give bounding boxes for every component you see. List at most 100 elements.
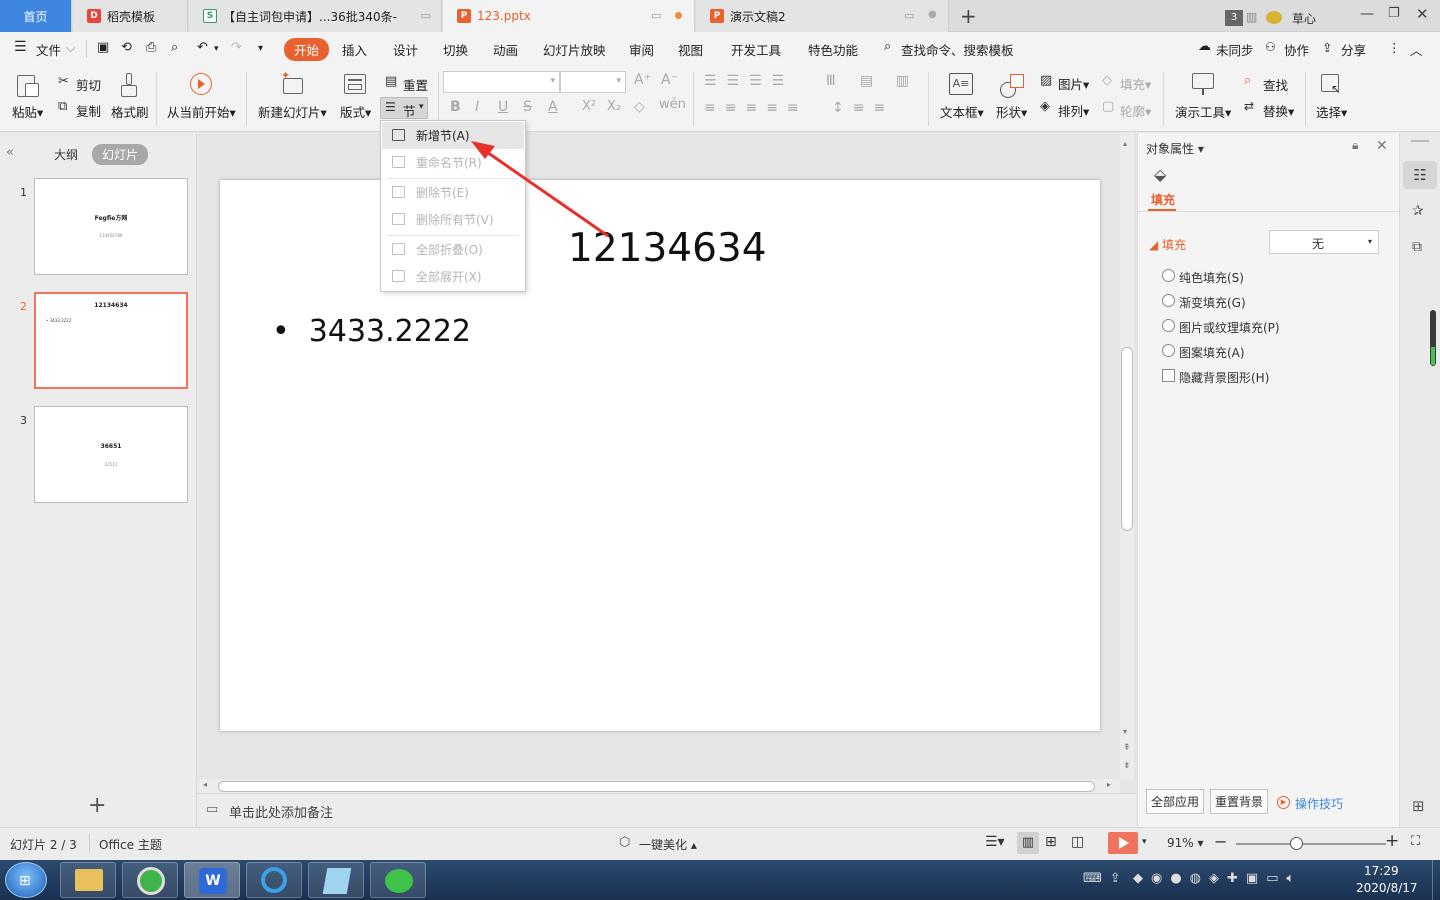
- new-tab-button[interactable]: +: [960, 4, 977, 28]
- fit-window-icon[interactable]: ⛶: [1411, 834, 1420, 849]
- restore-tabs-icon[interactable]: ▥: [1246, 10, 1257, 24]
- tray-app-icons[interactable]: ◆◉●◍◈✚▣▭🔈︎: [1133, 871, 1302, 886]
- scroll-left-icon[interactable]: ◂: [203, 780, 207, 789]
- tab-spreadsheet[interactable]: S 【自主词包申请】...36批340条- ▭: [189, 0, 442, 32]
- gradient-fill-label[interactable]: 渐变填充(G): [1179, 294, 1246, 311]
- menu-item-add-section[interactable]: 新增节(A): [382, 122, 524, 149]
- solid-fill-label[interactable]: 纯色填充(S): [1179, 269, 1244, 286]
- maximize-button[interactable]: ❐: [1388, 6, 1400, 21]
- zoom-slider-knob[interactable]: [1290, 837, 1303, 850]
- spacing-icons[interactable]: ↕≡≡: [832, 100, 894, 116]
- strikethrough-icon[interactable]: S: [523, 99, 532, 115]
- normal-view-icon[interactable]: ▥: [1017, 832, 1039, 854]
- scroll-thumb[interactable]: [218, 781, 1095, 792]
- zoom-out-button[interactable]: −: [1214, 832, 1227, 851]
- zoom-select[interactable]: 91% ▾: [1167, 836, 1204, 850]
- close-panel-icon[interactable]: ✕: [1376, 138, 1388, 154]
- picture-button[interactable]: 图片▾: [1058, 74, 1089, 93]
- radio-solid-fill[interactable]: [1162, 269, 1175, 282]
- menu-item-collapse-all[interactable]: 全部折叠(O): [382, 236, 524, 263]
- export-icon[interactable]: ⟲: [121, 40, 132, 55]
- lock-icon[interactable]: 🔒︎: [1352, 138, 1358, 153]
- paste-button[interactable]: 粘贴▾: [12, 102, 43, 121]
- save-icon[interactable]: ▣: [97, 40, 109, 55]
- clear-format-icon[interactable]: ◇: [634, 99, 645, 115]
- select-button[interactable]: 选择▾: [1316, 102, 1347, 121]
- collapse-ribbon-icon[interactable]: ︿: [1410, 40, 1423, 59]
- new-slide-button[interactable]: 新建幻灯片▾: [258, 102, 327, 121]
- radio-pattern-fill[interactable]: [1162, 344, 1175, 357]
- menu-slideshow[interactable]: 幻灯片放映: [543, 40, 606, 59]
- minimize-button[interactable]: —: [1360, 6, 1374, 22]
- menu-animations[interactable]: 动画: [493, 40, 518, 59]
- layers-icon[interactable]: ⧉: [1412, 239, 1422, 255]
- notes-toggle-icon[interactable]: ☰▾: [985, 834, 1005, 850]
- scroll-right-icon[interactable]: ▸: [1107, 780, 1111, 789]
- taskbar-wps[interactable]: W: [184, 862, 240, 898]
- clock-date[interactable]: 2020/8/17: [1356, 881, 1418, 895]
- tab-docer[interactable]: D 稻壳模板: [73, 0, 188, 32]
- hide-background-label[interactable]: 隐藏背景图形(H): [1179, 369, 1269, 386]
- bold-icon[interactable]: B: [450, 99, 461, 115]
- copy-button[interactable]: 复制: [76, 101, 101, 120]
- hamburger-icon[interactable]: ☰: [14, 39, 27, 55]
- collapse-panel-icon[interactable]: «: [6, 145, 14, 160]
- apply-all-button[interactable]: 全部应用: [1146, 789, 1205, 814]
- radio-gradient-fill[interactable]: [1162, 294, 1175, 307]
- menu-special[interactable]: 特色功能: [808, 40, 858, 59]
- menu-view[interactable]: 视图: [678, 40, 703, 59]
- close-window-button[interactable]: ✕: [1416, 5, 1429, 23]
- slide-bullet[interactable]: • 3433.2222: [272, 314, 471, 349]
- add-slide-button[interactable]: +: [88, 793, 106, 818]
- slide-title[interactable]: 12134634: [568, 226, 767, 271]
- animation-icon[interactable]: ✰: [1412, 203, 1424, 219]
- zoom-in-button[interactable]: +: [1385, 831, 1399, 851]
- window-count-badge[interactable]: 3: [1225, 10, 1243, 26]
- tray-icons[interactable]: ⌨⇪: [1083, 871, 1129, 886]
- menu-item-delete-all-sections[interactable]: 删除所有节(V): [382, 206, 524, 233]
- columns-icon[interactable]: ▥: [896, 73, 909, 89]
- font-size-select[interactable]: ▾: [560, 71, 626, 93]
- slide-thumbnail-1[interactable]: Fegfie方网 123456789: [34, 178, 188, 275]
- subscript-icon[interactable]: X₂: [607, 99, 621, 114]
- user-name[interactable]: 草心: [1292, 10, 1316, 27]
- reading-view-icon[interactable]: ◫: [1071, 834, 1084, 850]
- tips-link[interactable]: 操作技巧: [1295, 795, 1343, 812]
- taskbar-wechat[interactable]: [370, 862, 426, 898]
- start-button[interactable]: ⊞: [5, 862, 47, 898]
- menu-home[interactable]: 开始: [284, 38, 330, 61]
- format-painter-button[interactable]: 格式刷: [111, 102, 149, 121]
- tab-slides[interactable]: 幻灯片: [92, 144, 149, 165]
- radio-picture-fill[interactable]: [1162, 319, 1175, 332]
- paste-icon[interactable]: [15, 73, 41, 99]
- underline-icon[interactable]: U: [498, 99, 508, 115]
- print-icon[interactable]: ⎙: [146, 40, 156, 55]
- play-slideshow-button[interactable]: [1108, 832, 1138, 854]
- slide-thumbnail-3[interactable]: 36651 22511: [34, 406, 188, 503]
- taskbar-explorer[interactable]: [60, 862, 116, 898]
- play-options-icon[interactable]: ▾: [1142, 837, 1147, 847]
- menu-review[interactable]: 审阅: [629, 40, 654, 59]
- font-color-icon[interactable]: A: [548, 99, 558, 115]
- zoom-slider[interactable]: [1236, 837, 1386, 850]
- undo-dropdown-icon[interactable]: ▾: [214, 44, 219, 54]
- fill-button[interactable]: 填充▾: [1120, 74, 1151, 93]
- sync-status[interactable]: 未同步: [1216, 40, 1254, 59]
- show-desktop-button[interactable]: [1432, 860, 1440, 900]
- menu-developer[interactable]: 开发工具: [731, 40, 781, 59]
- replace-button[interactable]: 替换▾: [1263, 101, 1294, 120]
- textbox-button[interactable]: 文本框▾: [940, 102, 984, 121]
- italic-icon[interactable]: I: [475, 99, 479, 115]
- menu-design[interactable]: 设计: [393, 40, 418, 59]
- customize-dropdown-icon[interactable]: ▾: [258, 43, 263, 54]
- taskbar-notepad[interactable]: [308, 862, 364, 898]
- fill-type-select[interactable]: 无 ▾: [1269, 230, 1379, 254]
- tab-123-pptx[interactable]: P 123.pptx ▭: [443, 0, 695, 32]
- align-text-icon[interactable]: ▤: [860, 73, 873, 89]
- phonetic-icon[interactable]: wén: [659, 97, 686, 112]
- picture-fill-label[interactable]: 图片或纹理填充(P): [1179, 319, 1280, 336]
- menu-item-expand-all[interactable]: 全部展开(X): [382, 263, 524, 290]
- menu-insert[interactable]: 插入: [342, 40, 367, 59]
- next-slide-icon[interactable]: ⇟: [1123, 761, 1131, 771]
- print-preview-icon[interactable]: ⌕: [171, 40, 178, 55]
